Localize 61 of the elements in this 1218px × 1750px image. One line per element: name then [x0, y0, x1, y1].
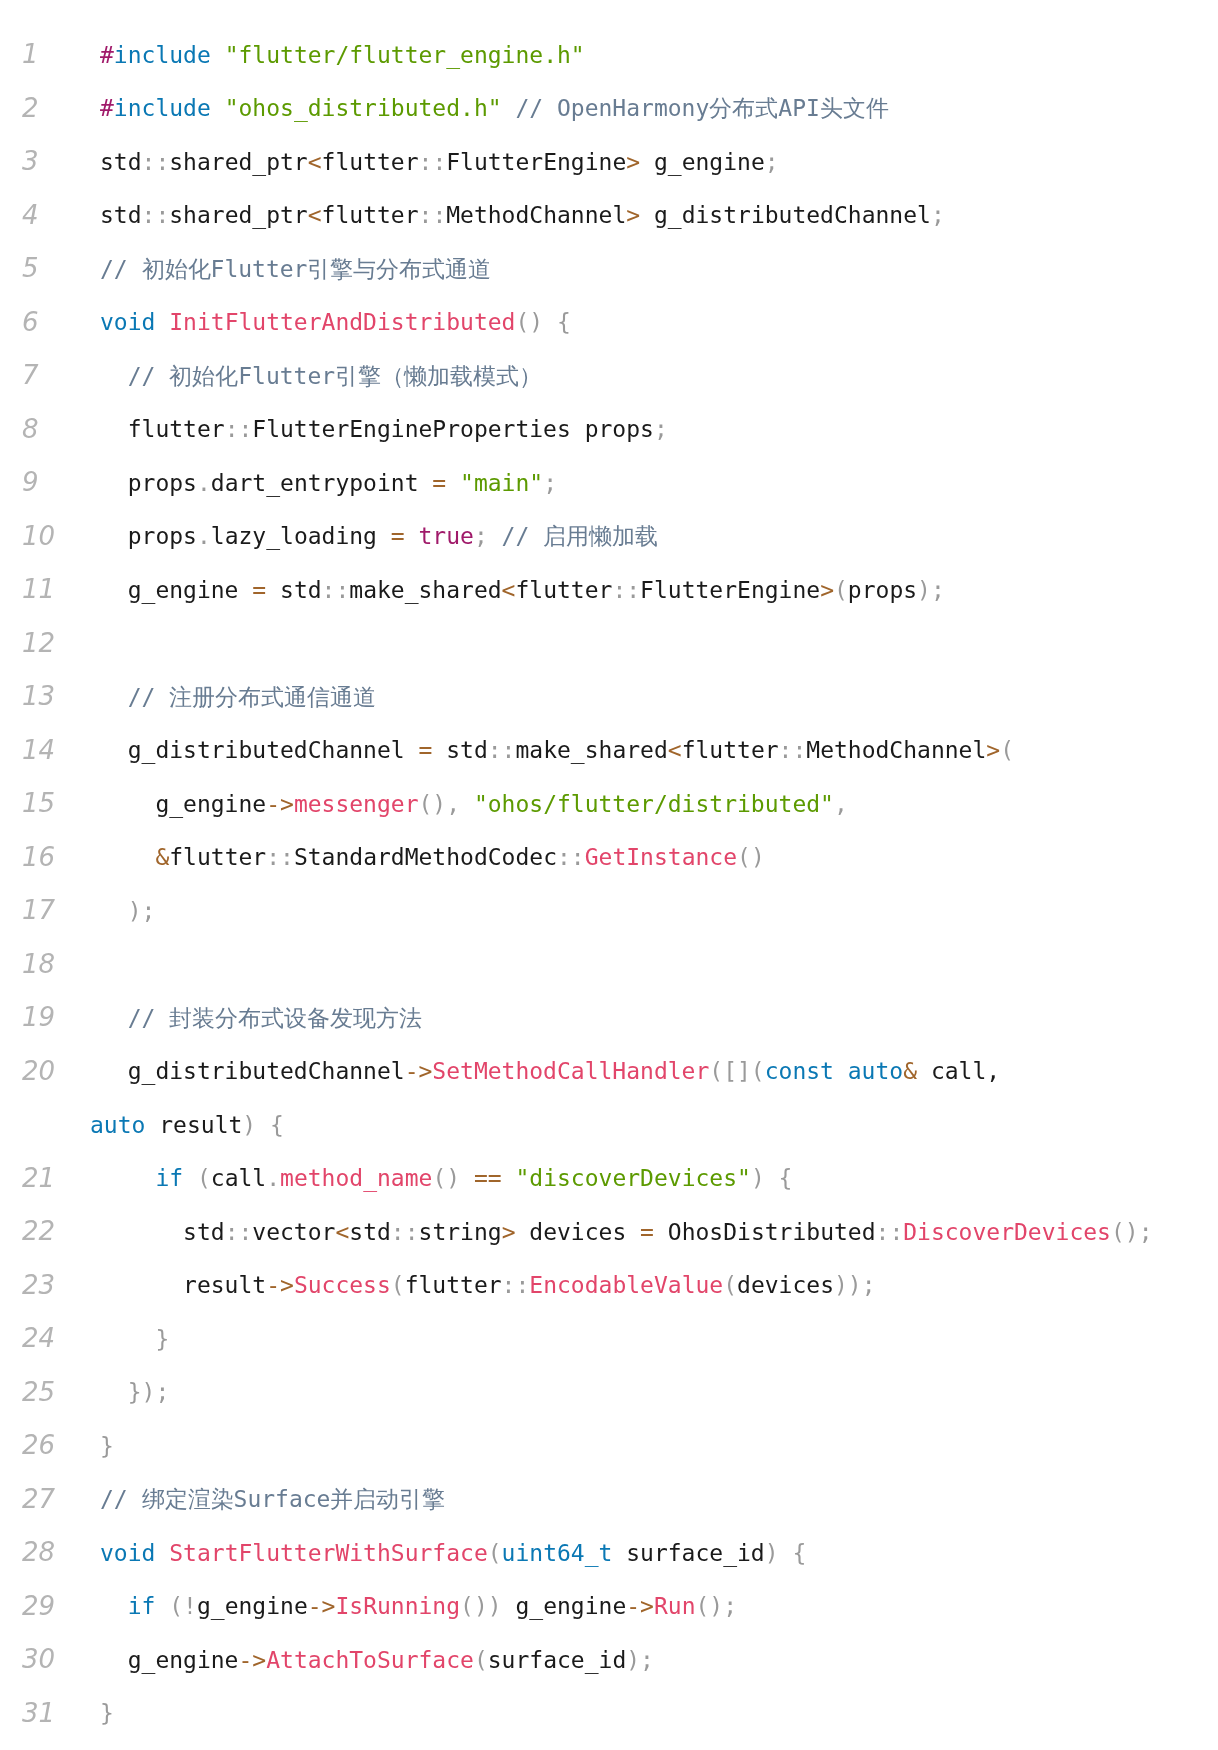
code-line: #include "ohos_distributed.h" // OpenHarmony分布式API头文件	[100, 94, 889, 124]
line-number: 16	[21, 840, 57, 874]
line-number: 4	[21, 198, 40, 232]
line-number: 28	[21, 1536, 57, 1570]
code-line: std::shared_ptr<flutter::MethodChannel> g_distributedChannel;	[100, 201, 945, 231]
line-number: 21	[21, 1161, 57, 1195]
line-number: 8	[21, 412, 40, 446]
line-number: 26	[21, 1429, 57, 1463]
line-number: 3	[21, 145, 40, 179]
code-line: flutter::FlutterEngineProperties props;	[126, 415, 668, 444]
code-line: std::vector<std::string> devices = OhosDistributed::DiscoverDevices();	[182, 1217, 1153, 1247]
line-number: 25	[21, 1375, 57, 1409]
line-number: 30	[21, 1643, 57, 1677]
code-line: #include "flutter/flutter_engine.h"	[100, 40, 585, 71]
code-line: g_engine->AttachToSurface(surface_id);	[126, 1645, 654, 1676]
code-line: // 初始化Flutter引擎与分布式通道	[100, 254, 492, 284]
code-line: if (call.method_name() == "discoverDevices") {	[154, 1164, 793, 1194]
line-number: 10	[21, 519, 57, 553]
code-line: // 绑定渲染Surface并启动引擎	[100, 1485, 446, 1514]
line-number: 29	[21, 1589, 57, 1623]
line-number: 23	[21, 1268, 57, 1302]
line-number: 27	[21, 1482, 57, 1516]
line-number: 31	[21, 1696, 57, 1730]
line-number: 2	[21, 91, 40, 125]
code-line: if (!g_engine->IsRunning()) g_engine->Run();	[126, 1592, 738, 1622]
code-line: // 注册分布式通信通道	[126, 682, 377, 712]
line-number: 17	[21, 894, 57, 928]
line-number: 15	[21, 787, 57, 821]
code-line: auto result) {	[90, 1110, 284, 1140]
line-number: 7	[21, 359, 40, 393]
code-line: void InitFlutterAndDistributed() {	[100, 308, 571, 337]
line-number: 9	[21, 466, 40, 500]
line-number: 24	[21, 1322, 57, 1356]
line-number: 5	[21, 252, 40, 286]
code-line: }	[100, 1699, 114, 1728]
code-line: );	[126, 896, 156, 926]
line-number: 12	[21, 626, 57, 660]
line-number: 19	[21, 1001, 57, 1035]
line-number: 1	[21, 38, 40, 72]
line-number: 6	[21, 305, 40, 339]
code-line: }	[154, 1324, 170, 1354]
line-number: 13	[21, 680, 57, 714]
line-number: 14	[21, 733, 57, 767]
code-line: // 初始化Flutter引擎（懒加载模式）	[126, 361, 543, 391]
code-line: g_distributedChannel = std::make_shared<flutter::MethodChannel>(	[126, 736, 1014, 766]
code-line: g_engine = std::make_shared<flutter::FlutterEngine>(props);	[126, 575, 945, 606]
code-line: void StartFlutterWithSurface(uint64_t surface_id) {	[100, 1538, 807, 1569]
code-line: }	[100, 1431, 114, 1461]
code-line: g_distributedChannel->SetMethodCallHandler([](const auto& call,	[126, 1057, 1001, 1087]
code-line: props.lazy_loading = true; // 启用懒加载	[126, 522, 659, 552]
code-line: g_engine->messenger(), "ohos/flutter/distributed",	[154, 789, 848, 820]
code-line: props.dart_entrypoint = "main";	[126, 468, 557, 499]
line-number: 11	[21, 573, 57, 607]
line-number: 18	[21, 947, 57, 981]
code-line: std::shared_ptr<flutter::FlutterEngine> g_engine;	[100, 147, 779, 178]
code-line: &flutter::StandardMethodCodec::GetInstance()	[154, 843, 765, 872]
line-number: 20	[21, 1054, 57, 1088]
code-line: result->Success(flutter::EncodableValue(devices));	[182, 1271, 876, 1300]
code-line: // 封装分布式设备发现方法	[126, 1003, 423, 1033]
line-number: 22	[21, 1215, 57, 1249]
code-line: });	[126, 1378, 170, 1407]
